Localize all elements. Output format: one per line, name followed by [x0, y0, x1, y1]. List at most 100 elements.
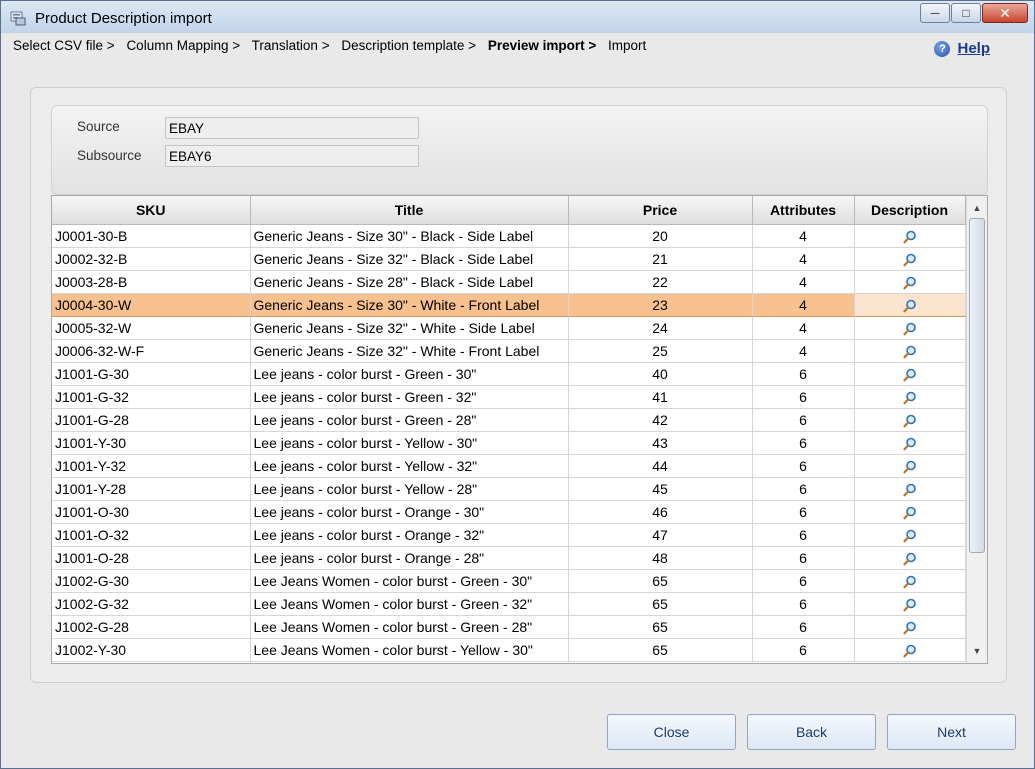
cell-price[interactable]: 65	[568, 592, 753, 616]
column-header-attributes[interactable]: Attributes	[752, 196, 855, 225]
column-header-sku[interactable]: SKU	[52, 196, 251, 225]
cell-title[interactable]: Lee jeans - color burst - Orange - 30"	[250, 500, 569, 524]
cell-sku[interactable]: J0004-30-W	[52, 293, 251, 317]
magnifier-icon[interactable]	[902, 457, 917, 474]
magnifier-icon[interactable]	[902, 342, 917, 359]
cell-attributes[interactable]: 6	[752, 362, 855, 386]
close-button[interactable]: Close	[607, 714, 736, 750]
cell-attributes[interactable]: 6	[752, 385, 855, 409]
cell-sku[interactable]: J1001-Y-32	[52, 454, 251, 478]
cell-description[interactable]	[854, 270, 966, 294]
cell-title[interactable]: Lee jeans - color burst - Yellow - 28"	[250, 477, 569, 501]
magnifier-icon[interactable]	[902, 572, 917, 589]
cell-attributes[interactable]: 6	[752, 477, 855, 501]
cell-sku[interactable]: J1001-O-30	[52, 500, 251, 524]
cell-title[interactable]: Generic Jeans - Size 32" - White - Side …	[250, 316, 569, 340]
magnifier-icon[interactable]	[902, 595, 917, 612]
cell-price[interactable]: 65	[568, 615, 753, 639]
table-row[interactable]: J1001-G-32 Lee jeans - color burst - Gree…	[52, 385, 966, 409]
magnifier-icon[interactable]	[902, 549, 917, 566]
cell-price[interactable]: 47	[568, 523, 753, 547]
cell-attributes[interactable]: 4	[752, 247, 855, 271]
cell-description[interactable]	[854, 569, 966, 593]
cell-title[interactable]: Generic Jeans - Size 30" - White - Front…	[250, 293, 569, 317]
cell-price[interactable]: 48	[568, 546, 753, 570]
minimize-button[interactable]: ─	[920, 3, 950, 23]
scroll-down-arrow-icon[interactable]: ▼	[967, 641, 987, 661]
cell-price[interactable]: 20	[568, 224, 753, 248]
table-row[interactable]: J1001-O-30 Lee jeans - color burst - Oran…	[52, 500, 966, 524]
cell-price[interactable]: 25	[568, 339, 753, 363]
cell-description[interactable]	[854, 523, 966, 547]
cell-sku[interactable]: J1001-G-32	[52, 385, 251, 409]
cell-attributes[interactable]: 4	[752, 293, 855, 317]
cell-title[interactable]: Lee jeans - color burst - Green - 30"	[250, 362, 569, 386]
cell-attributes[interactable]: 6	[752, 408, 855, 432]
cell-title[interactable]: Generic Jeans - Size 28" - Black - Side …	[250, 270, 569, 294]
cell-description[interactable]	[854, 454, 966, 478]
next-button[interactable]: Next	[887, 714, 1016, 750]
cell-title[interactable]: Generic Jeans - Size 32" - White - Front…	[250, 339, 569, 363]
cell-title[interactable]: Lee jeans - color burst - Yellow - 30"	[250, 431, 569, 455]
cell-title[interactable]: Lee Jeans Women - color burst - Green - …	[250, 615, 569, 639]
column-header-price[interactable]: Price	[568, 196, 753, 225]
cell-description[interactable]	[854, 500, 966, 524]
source-field[interactable]: EBAY	[165, 117, 419, 139]
cell-title[interactable]: Generic Jeans - Size 30" - Black - Side …	[250, 224, 569, 248]
cell-price[interactable]: 45	[568, 477, 753, 501]
cell-attributes[interactable]: 6	[752, 546, 855, 570]
cell-sku[interactable]: J1002-G-32	[52, 592, 251, 616]
cell-title[interactable]: Lee jeans - color burst - Yellow - 32"	[250, 454, 569, 478]
cell-description[interactable]	[854, 293, 966, 317]
cell-sku[interactable]: J1001-Y-28	[52, 477, 251, 501]
table-row[interactable]: J1001-Y-30 Lee jeans - color burst - Yell…	[52, 431, 966, 455]
table-row[interactable]: J1001-G-30 Lee jeans - color burst - Gree…	[52, 362, 966, 386]
magnifier-icon[interactable]	[902, 526, 917, 543]
magnifier-icon[interactable]	[902, 227, 917, 244]
cell-price[interactable]: 23	[568, 293, 753, 317]
cell-title[interactable]: Lee Jeans Women - color burst - Green - …	[250, 592, 569, 616]
column-header-description[interactable]: Description	[854, 196, 966, 225]
back-button[interactable]: Back	[747, 714, 876, 750]
cell-price[interactable]: 41	[568, 385, 753, 409]
cell-sku[interactable]: J0005-32-W	[52, 316, 251, 340]
table-row[interactable]: J1001-O-32 Lee jeans - color burst - Oran…	[52, 523, 966, 547]
cell-attributes[interactable]: 6	[752, 500, 855, 524]
cell-price[interactable]: 40	[568, 362, 753, 386]
cell-attributes[interactable]: 6	[752, 592, 855, 616]
magnifier-icon[interactable]	[902, 641, 917, 658]
table-row[interactable]: J1001-Y-28 Lee jeans - color burst - Yell…	[52, 477, 966, 501]
cell-price[interactable]: 46	[568, 500, 753, 524]
table-row[interactable]: J1002-G-32 Lee Jeans Women - color burst …	[52, 592, 966, 616]
table-row[interactable]: J1002-G-30 Lee Jeans Women - color burst …	[52, 569, 966, 593]
cell-description[interactable]	[854, 615, 966, 639]
cell-description[interactable]	[854, 408, 966, 432]
cell-attributes[interactable]: 6	[752, 638, 855, 662]
cell-attributes[interactable]: 4	[752, 224, 855, 248]
magnifier-icon[interactable]	[902, 618, 917, 635]
subsource-field[interactable]: EBAY6	[165, 145, 419, 167]
cell-attributes[interactable]: 6	[752, 454, 855, 478]
cell-sku[interactable]: J1002-G-28	[52, 615, 251, 639]
table-row[interactable]: J0001-30-B Generic Jeans - Size 30" - Bla…	[52, 224, 966, 248]
table-row[interactable]: J0004-30-W Generic Jeans - Size 30" - Whi…	[52, 293, 966, 317]
cell-price[interactable]: 42	[568, 408, 753, 432]
cell-title[interactable]: Lee jeans - color burst - Orange - 28"	[250, 546, 569, 570]
question-icon[interactable]: ?	[934, 40, 951, 57]
cell-attributes[interactable]: 6	[752, 615, 855, 639]
cell-attributes[interactable]: 6	[752, 431, 855, 455]
column-header-title[interactable]: Title	[250, 196, 569, 225]
cell-sku[interactable]: J0006-32-W-F	[52, 339, 251, 363]
cell-attributes[interactable]: 4	[752, 270, 855, 294]
cell-sku[interactable]: J0003-28-B	[52, 270, 251, 294]
cell-description[interactable]	[854, 431, 966, 455]
cell-title[interactable]: Generic Jeans - Size 32" - Black - Side …	[250, 247, 569, 271]
title-bar[interactable]: Product Description import ─ □ ✕	[1, 1, 1034, 33]
cell-sku[interactable]: J1002-Y-30	[52, 638, 251, 662]
magnifier-icon[interactable]	[902, 319, 917, 336]
magnifier-icon[interactable]	[902, 388, 917, 405]
table-row[interactable]: J0005-32-W Generic Jeans - Size 32" - Whi…	[52, 316, 966, 340]
cell-description[interactable]	[854, 339, 966, 363]
cell-title[interactable]: Lee jeans - color burst - Green - 32"	[250, 385, 569, 409]
table-row[interactable]: J1001-O-28 Lee jeans - color burst - Oran…	[52, 546, 966, 570]
